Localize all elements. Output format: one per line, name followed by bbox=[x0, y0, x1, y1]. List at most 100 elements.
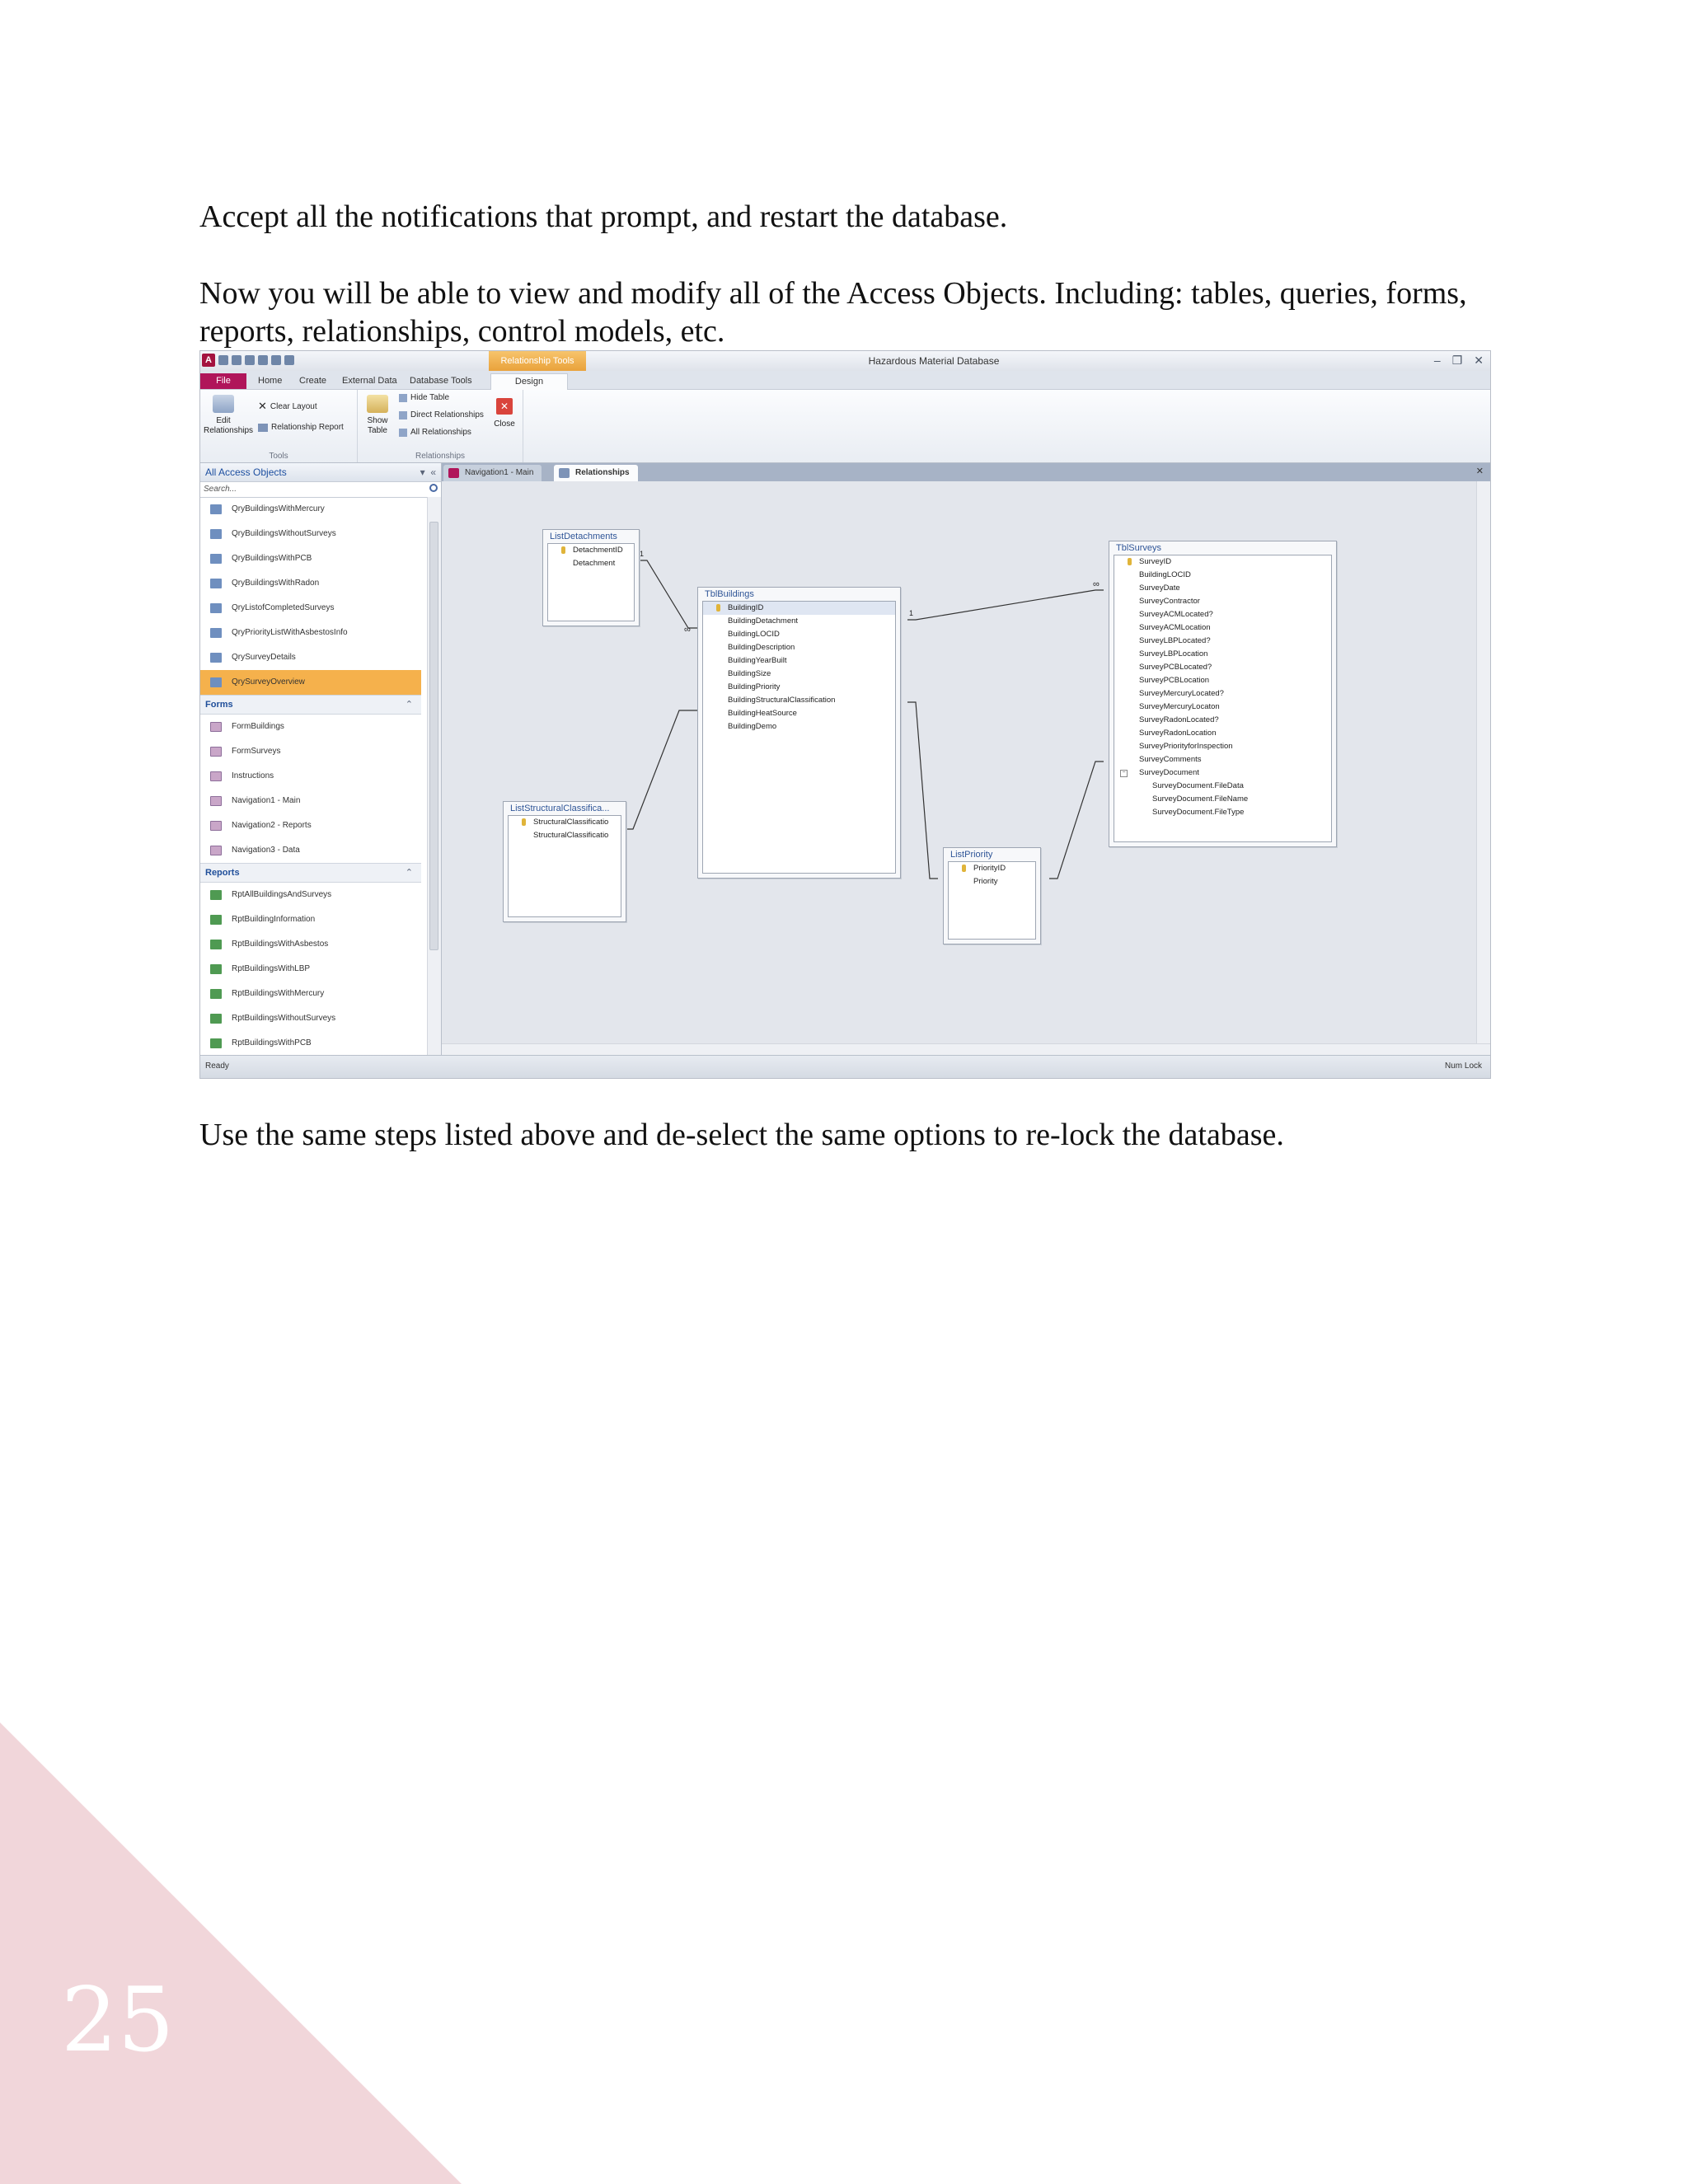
doc-tab-navigation1-main[interactable]: Navigation1 - Main bbox=[443, 465, 542, 481]
nav-scrollbar[interactable] bbox=[427, 497, 441, 1055]
restore-icon[interactable]: ❐ bbox=[1452, 354, 1463, 368]
nav-section-reports[interactable]: Reports ⌃ bbox=[200, 863, 421, 883]
field-row-sub[interactable]: SurveyDocument.FileName bbox=[1114, 793, 1331, 806]
field-row[interactable]: SurveyDate bbox=[1114, 582, 1331, 595]
nav-search-input[interactable]: Search... bbox=[200, 482, 441, 498]
print-icon[interactable] bbox=[258, 355, 268, 365]
close-window-icon[interactable]: ✕ bbox=[1474, 354, 1484, 368]
nav-section-forms[interactable]: Forms ⌃ bbox=[200, 695, 421, 715]
nav-menu-icon[interactable]: ▾ bbox=[420, 466, 425, 478]
tab-create[interactable]: Create bbox=[291, 373, 335, 389]
all-relationships-button[interactable]: All Relationships bbox=[399, 428, 471, 437]
field-row[interactable]: BuildingHeatSource bbox=[703, 707, 895, 720]
field-row-sub[interactable]: SurveyDocument.FileType bbox=[1114, 806, 1331, 819]
show-table-button[interactable]: Show Table bbox=[361, 395, 394, 436]
nav-report-item[interactable]: RptAllBuildingsAndSurveys bbox=[200, 883, 421, 907]
field-row[interactable]: SurveyPriorityforInspection bbox=[1114, 740, 1331, 753]
nav-form-item[interactable]: Navigation2 - Reports bbox=[200, 813, 421, 838]
field-row[interactable]: SurveyACMLocated? bbox=[1114, 608, 1331, 621]
field-row[interactable]: SurveyMercuryLocated? bbox=[1114, 687, 1331, 701]
canvas-vertical-scrollbar[interactable] bbox=[1476, 481, 1490, 1043]
table-tbl-buildings[interactable]: TblBuildings BuildingID BuildingDetachme… bbox=[697, 587, 901, 879]
undo-icon[interactable] bbox=[232, 355, 241, 365]
close-document-icon[interactable]: ✕ bbox=[1476, 466, 1484, 476]
table-list-structural-classification[interactable]: ListStructuralClassifica... StructuralCl… bbox=[503, 801, 626, 922]
nav-report-item[interactable]: RptBuildingsWithLBP bbox=[200, 957, 421, 982]
table-tbl-surveys[interactable]: TblSurveys SurveyID BuildingLOCID Survey… bbox=[1109, 541, 1337, 847]
nav-report-item[interactable]: RptBuildingsWithMercury bbox=[200, 982, 421, 1006]
search-icon[interactable] bbox=[429, 484, 438, 492]
field-row-key[interactable]: StructuralClassificatio bbox=[509, 816, 621, 829]
tab-external-data[interactable]: External Data bbox=[334, 373, 406, 389]
direct-relationships-button[interactable]: Direct Relationships bbox=[399, 410, 484, 419]
nav-scroll-thumb[interactable] bbox=[429, 522, 438, 950]
field-row[interactable]: BuildingPriority bbox=[703, 681, 895, 694]
nav-query-item[interactable]: QryBuildingsWithMercury bbox=[200, 497, 421, 522]
close-relationships-button[interactable]: ✕ Close bbox=[490, 398, 519, 429]
nav-query-item[interactable]: QryBuildingsWithoutSurveys bbox=[200, 522, 421, 546]
nav-report-item[interactable]: RptBuildingsWithPCB bbox=[200, 1031, 421, 1056]
nav-report-item[interactable]: RptBuildingsWithoutSurveys bbox=[200, 1006, 421, 1031]
field-row[interactable]: BuildingSize bbox=[703, 668, 895, 681]
field-row[interactable]: Detachment bbox=[548, 557, 634, 570]
field-row[interactable]: SurveyRadonLocated? bbox=[1114, 714, 1331, 727]
hide-table-button[interactable]: Hide Table bbox=[399, 393, 449, 402]
relationship-line-surveys-priority[interactable] bbox=[1049, 761, 1104, 879]
field-row[interactable]: BuildingLOCID bbox=[703, 628, 895, 641]
nav-form-item[interactable]: Navigation1 - Main bbox=[200, 789, 421, 813]
tab-design[interactable]: Design bbox=[490, 373, 568, 390]
edit-relationships-button[interactable]: Edit Relationships bbox=[204, 395, 253, 436]
field-row[interactable]: SurveyMercuryLocaton bbox=[1114, 701, 1331, 714]
field-row[interactable]: SurveyLBPLocated? bbox=[1114, 635, 1331, 648]
nav-pane-header[interactable]: All Access Objects ▾ « bbox=[200, 463, 441, 482]
field-row[interactable]: BuildingDescription bbox=[703, 641, 895, 654]
collapse-pane-icon[interactable]: « bbox=[430, 466, 436, 478]
nav-form-item[interactable]: Instructions bbox=[200, 764, 421, 789]
canvas-horizontal-scrollbar[interactable] bbox=[442, 1043, 1490, 1056]
relationship-line-detachment[interactable] bbox=[638, 560, 697, 629]
relationship-line-surveys[interactable] bbox=[907, 589, 1104, 621]
field-row-key[interactable]: PriorityID bbox=[949, 862, 1035, 875]
spelling-icon[interactable] bbox=[284, 355, 294, 365]
nav-form-item[interactable]: FormBuildings bbox=[200, 715, 421, 739]
save-icon[interactable] bbox=[218, 355, 228, 365]
field-row[interactable]: SurveyComments bbox=[1114, 753, 1331, 766]
nav-query-item-selected[interactable]: QrySurveyOverview bbox=[200, 670, 421, 695]
nav-query-item[interactable]: QryBuildingsWithRadon bbox=[200, 571, 421, 596]
field-row-key[interactable]: SurveyID bbox=[1114, 555, 1331, 569]
field-row[interactable]: BuildingYearBuilt bbox=[703, 654, 895, 668]
table-list-priority[interactable]: ListPriority PriorityID Priority bbox=[943, 847, 1041, 944]
table-list-detachments[interactable]: ListDetachments DetachmentID Detachment bbox=[542, 529, 640, 626]
tab-home[interactable]: Home bbox=[250, 373, 290, 389]
field-row[interactable]: BuildingStructuralClassification bbox=[703, 694, 895, 707]
nav-query-item[interactable]: QryPriorityListWithAsbestosInfo bbox=[200, 621, 421, 645]
redo-icon[interactable] bbox=[245, 355, 255, 365]
field-row[interactable]: Priority bbox=[949, 875, 1035, 888]
find-icon[interactable] bbox=[271, 355, 281, 365]
field-row[interactable]: SurveyPCBLocation bbox=[1114, 674, 1331, 687]
field-row[interactable]: BuildingDemo bbox=[703, 720, 895, 733]
field-row-expandable[interactable]: − SurveyDocument bbox=[1114, 766, 1331, 780]
field-row-key[interactable]: DetachmentID bbox=[548, 544, 634, 557]
tab-database-tools[interactable]: Database Tools bbox=[401, 373, 481, 389]
field-row[interactable]: BuildingLOCID bbox=[1114, 569, 1331, 582]
nav-query-item[interactable]: QrySurveyDetails bbox=[200, 645, 421, 670]
nav-report-item[interactable]: RptBuildingInformation bbox=[200, 907, 421, 932]
collapse-section-icon[interactable]: ⌃ bbox=[406, 696, 413, 714]
field-row-sub[interactable]: SurveyDocument.FileData bbox=[1114, 780, 1331, 793]
field-row[interactable]: SurveyACMLocation bbox=[1114, 621, 1331, 635]
nav-query-item[interactable]: QryBuildingsWithPCB bbox=[200, 546, 421, 571]
relationship-line-priority[interactable] bbox=[907, 701, 938, 879]
field-row[interactable]: SurveyPCBLocated? bbox=[1114, 661, 1331, 674]
clear-layout-button[interactable]: ✕ Clear Layout bbox=[258, 400, 317, 413]
collapse-field-icon[interactable]: − bbox=[1120, 770, 1128, 777]
access-app-icon[interactable]: A bbox=[202, 354, 215, 367]
field-row[interactable]: SurveyRadonLocation bbox=[1114, 727, 1331, 740]
relationship-report-button[interactable]: Relationship Report bbox=[258, 423, 344, 432]
field-row[interactable]: BuildingDetachment bbox=[703, 615, 895, 628]
field-row[interactable]: StructuralClassificatio bbox=[509, 829, 621, 842]
nav-form-item[interactable]: Navigation3 - Data bbox=[200, 838, 421, 863]
collapse-section-icon[interactable]: ⌃ bbox=[406, 864, 413, 882]
nav-query-item[interactable]: QryListofCompletedSurveys bbox=[200, 596, 421, 621]
relationship-line-structural[interactable] bbox=[625, 710, 697, 830]
